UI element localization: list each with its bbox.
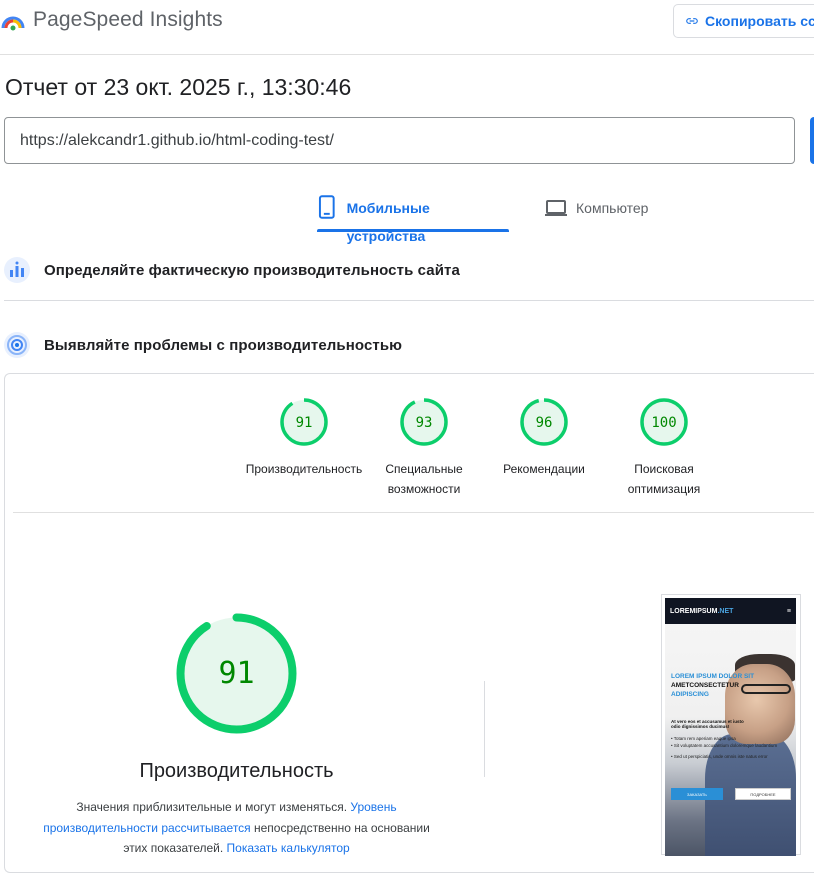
score-label: Производительность <box>245 462 363 476</box>
score-ring: 100 <box>640 398 688 446</box>
score-value: 91 <box>296 415 313 431</box>
tab-mobile[interactable]: Мобильные устройства <box>317 194 509 244</box>
section-field-data[interactable]: Определяйте фактическую производительнос… <box>4 257 460 283</box>
tab-mobile-label: Мобильные устройства <box>346 200 430 244</box>
section-diagnose[interactable]: Выявляйте проблемы с производительностью <box>4 332 402 358</box>
score-gauge-seo[interactable]: 100 Поисковая оптимизация <box>604 397 724 499</box>
copy-link-button[interactable]: Скопировать сс <box>673 4 814 38</box>
screenshot-paragraph: At vero eos et accusamus et iusto odio d… <box>671 719 744 729</box>
score-value: 96 <box>536 415 553 431</box>
score-gauge-accessibility[interactable]: 93 Специальные возможности <box>364 397 484 499</box>
phone-icon <box>318 195 335 219</box>
screenshot-navbar: LOREMIPSUM.NET ≡ <box>665 598 796 624</box>
screenshot-more-button: ПОДРОБНЕЕ <box>735 788 791 800</box>
show-calculator-link[interactable]: Показать калькулятор <box>227 841 350 855</box>
performance-score-gauge: 91 <box>176 613 297 734</box>
vertical-divider <box>484 681 485 777</box>
field-data-icon <box>4 257 30 283</box>
screenshot-headline-1: LOREM IPSUM DOLOR SIT <box>671 673 755 680</box>
header-divider <box>0 54 814 55</box>
score-label: Рекомендации <box>503 462 585 476</box>
screenshot-bullet: • Sed ut perspiciatis, unde omnis iste n… <box>671 754 768 759</box>
section-diagnose-label: Выявляйте проблемы с производительностью <box>44 336 403 354</box>
score-value: 93 <box>416 415 433 431</box>
url-input[interactable] <box>4 117 795 164</box>
report-title: Отчет от 23 окт. 2025 г., 13:30:46 <box>5 74 352 100</box>
score-ring: 96 <box>520 398 568 446</box>
copy-link-label: Скопировать сс <box>705 13 814 29</box>
tab-desktop[interactable]: Компьютер <box>544 194 648 224</box>
screenshot-brand: LOREMIPSUM.NET <box>670 607 734 615</box>
screenshot-headline-2: AMETCONSECTETUR <box>671 682 739 689</box>
performance-description: Значения приблизительные и могут изменят… <box>36 797 437 859</box>
score-gauge-performance[interactable]: 91 Производительность <box>244 397 364 479</box>
score-label: Специальные возможности <box>385 462 463 496</box>
desc-prefix: Значения приблизительные и могут изменят… <box>76 800 351 814</box>
analyze-button[interactable] <box>810 117 814 164</box>
pagespeed-logo <box>1 16 25 31</box>
screenshot-bullet: • Sit voluptatem accusantium doloremque … <box>671 743 778 748</box>
active-tab-indicator <box>317 229 509 232</box>
score-ring: 91 <box>280 398 328 446</box>
score-ring: 93 <box>400 398 448 446</box>
diagnose-icon <box>4 332 30 358</box>
link-icon <box>686 18 698 24</box>
app-title: PageSpeed Insights <box>33 8 223 31</box>
card-divider <box>13 512 814 513</box>
screenshot-order-button: ЗАКАЗАТЬ <box>671 788 723 800</box>
score-gauge-best-practices[interactable]: 96 Рекомендации <box>484 397 604 479</box>
score-value: 100 <box>651 415 676 431</box>
section-divider <box>4 300 814 301</box>
tab-desktop-label: Компьютер <box>576 200 649 216</box>
performance-title: Производительность <box>139 760 334 782</box>
screenshot-bullet: • Totam rem aperiam eaque ipsa <box>671 736 736 741</box>
laptop-icon <box>545 200 567 216</box>
section-field-data-label: Определяйте фактическую производительнос… <box>44 261 460 279</box>
score-label: Поисковая оптимизация <box>627 462 701 496</box>
performance-score-value: 91 <box>218 656 254 691</box>
screenshot-headline-3: ADIPISCING <box>671 691 709 698</box>
page-screenshot: LOREMIPSUM.NET ≡ LOREM IPSUM DOLOR SIT A… <box>661 594 801 856</box>
hamburger-icon: ≡ <box>786 607 791 615</box>
